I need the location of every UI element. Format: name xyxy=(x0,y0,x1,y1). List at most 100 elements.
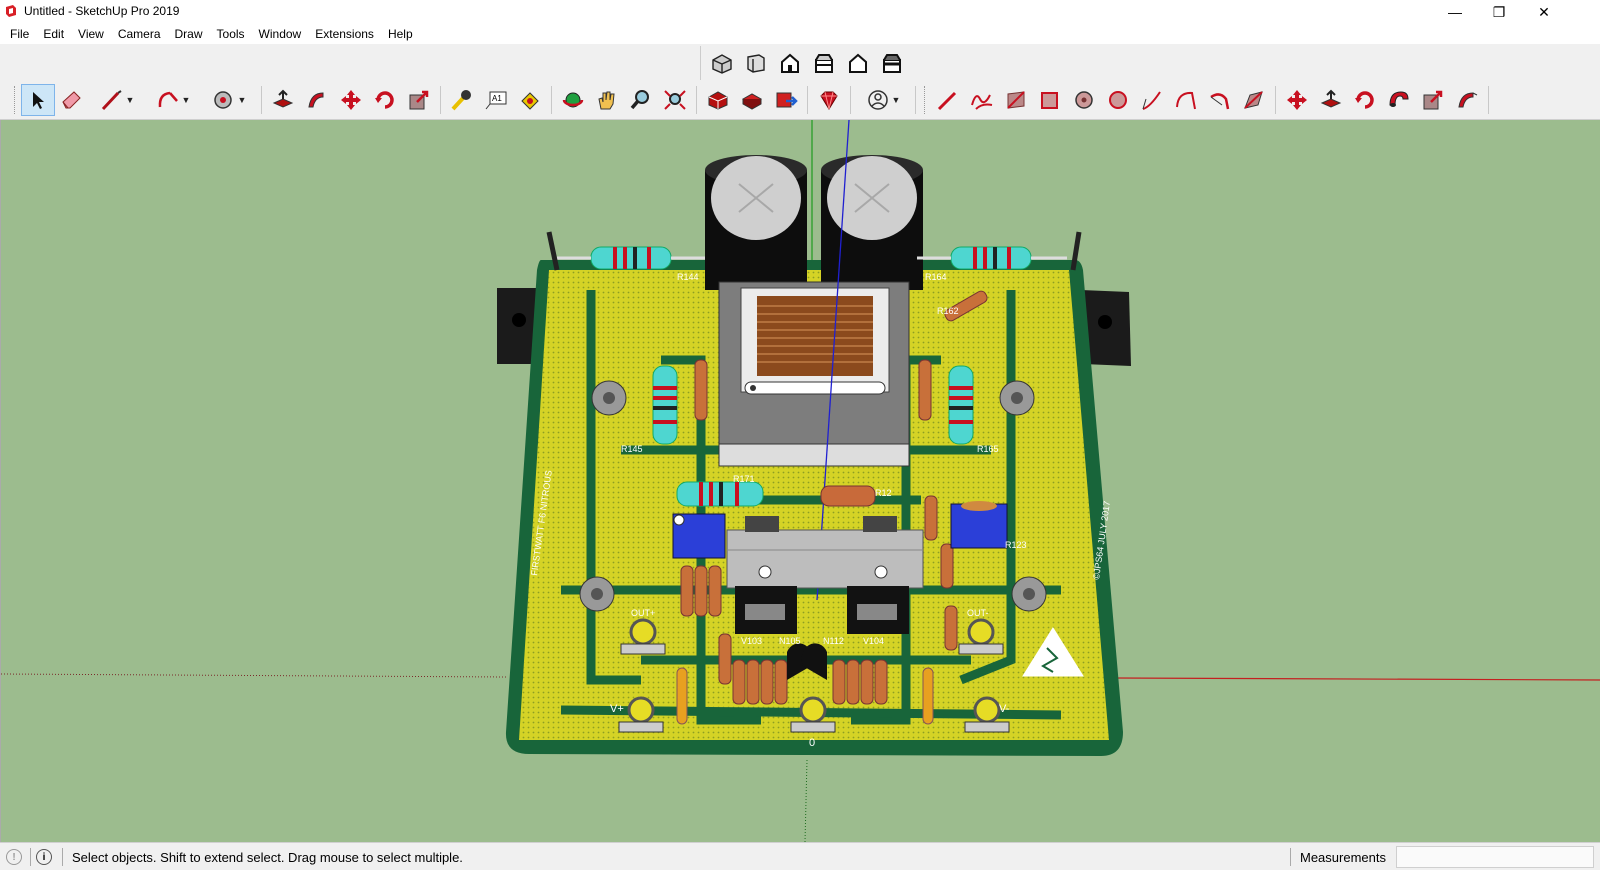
layout-icon[interactable] xyxy=(769,84,803,116)
3d-viewport[interactable]: R144 R164 R145 R165 R162 R171 R12 R123 V… xyxy=(0,120,1600,842)
rotate-tool-2-icon[interactable] xyxy=(1348,84,1382,116)
label-out-minus: OUT- xyxy=(967,608,989,618)
resistor-r171 xyxy=(676,481,764,507)
iso-view-icon[interactable] xyxy=(705,47,739,79)
circle-tool-icon[interactable] xyxy=(1067,84,1101,116)
toolbar-separator xyxy=(551,86,552,114)
tool-10-icon[interactable] xyxy=(1237,84,1271,116)
move-tool-2-icon[interactable] xyxy=(1280,84,1314,116)
close-button[interactable]: ✕ xyxy=(1521,0,1567,24)
menu-draw[interactable]: Draw xyxy=(168,24,210,44)
arc-tool-3-icon[interactable] xyxy=(1203,84,1237,116)
instructor-icon[interactable]: i xyxy=(36,849,52,865)
label-r145: R145 xyxy=(621,444,643,454)
pan-icon[interactable] xyxy=(590,84,624,116)
arc-icon[interactable]: ▼ xyxy=(145,84,201,116)
front-view-icon[interactable] xyxy=(773,47,807,79)
extension-warehouse-icon[interactable] xyxy=(735,84,769,116)
chevron-down-icon[interactable]: ▼ xyxy=(126,95,135,105)
trimmer-left xyxy=(672,513,726,559)
window-title: Untitled - SketchUp Pro 2019 xyxy=(24,4,180,18)
menu-help[interactable]: Help xyxy=(381,24,420,44)
menu-camera[interactable]: Camera xyxy=(111,24,168,44)
views-toolbar xyxy=(700,46,913,80)
label-n105: N105 xyxy=(779,636,801,646)
push-tool-2-icon[interactable] xyxy=(1314,84,1348,116)
left-view-icon[interactable] xyxy=(875,47,909,79)
restore-button[interactable]: ❐ xyxy=(1476,0,1522,24)
circle-tool-2-icon[interactable] xyxy=(1101,84,1135,116)
svg-text:A1: A1 xyxy=(492,94,502,103)
label-v104: V104 xyxy=(863,636,884,646)
follow-tool-2-icon[interactable] xyxy=(1450,84,1484,116)
label-r171: R171 xyxy=(733,474,755,484)
paint-bucket-icon[interactable] xyxy=(513,84,547,116)
chevron-down-icon[interactable]: ▼ xyxy=(182,95,191,105)
tool-3-icon[interactable] xyxy=(999,84,1033,116)
toolbar-grip[interactable] xyxy=(924,86,927,114)
select-icon[interactable] xyxy=(21,84,55,116)
torus-tool-icon[interactable] xyxy=(1382,84,1416,116)
line-icon[interactable]: ▼ xyxy=(89,84,145,116)
label-r165: R165 xyxy=(977,444,999,454)
shapes-icon[interactable]: ▼ xyxy=(201,84,257,116)
curve-tool-icon[interactable] xyxy=(1135,84,1169,116)
toolbar-area: ▼ ▼ ▼ A1 ▼ xyxy=(0,44,1600,120)
right-view-icon[interactable] xyxy=(807,47,841,79)
menu-tools[interactable]: Tools xyxy=(210,24,252,44)
mosfet-left xyxy=(735,586,797,634)
model-scene[interactable]: R144 R164 R145 R165 R162 R171 R12 R123 V… xyxy=(1,120,1600,842)
menu-file[interactable]: File xyxy=(3,24,36,44)
mosfet-right xyxy=(847,586,909,634)
zoom-extents-icon[interactable] xyxy=(658,84,692,116)
3d-warehouse-icon[interactable] xyxy=(701,84,735,116)
chevron-down-icon[interactable]: ▼ xyxy=(238,95,247,105)
toolbar-separator xyxy=(261,86,262,114)
sketchup-logo-icon xyxy=(6,5,16,17)
ruby-icon[interactable] xyxy=(812,84,846,116)
measurements-input[interactable] xyxy=(1396,846,1594,868)
toolbar-separator xyxy=(850,86,851,114)
label-v-plus: V+ xyxy=(610,703,624,715)
account-icon[interactable]: ▼ xyxy=(855,84,911,116)
freehand-icon[interactable] xyxy=(965,84,999,116)
push-pull-icon[interactable] xyxy=(266,84,300,116)
menu-window[interactable]: Window xyxy=(252,24,309,44)
label-v-minus: V- xyxy=(999,703,1010,715)
main-toolbar: ▼ ▼ ▼ A1 ▼ xyxy=(10,82,1493,118)
label-v103: V103 xyxy=(741,636,762,646)
bracket-hole xyxy=(1098,315,1112,329)
menu-extensions[interactable]: Extensions xyxy=(308,24,381,44)
label-zero: 0 xyxy=(809,737,815,749)
orbit-icon[interactable] xyxy=(556,84,590,116)
menu-view[interactable]: View xyxy=(71,24,111,44)
zoom-icon[interactable] xyxy=(624,84,658,116)
toolbar-grip[interactable] xyxy=(14,86,17,114)
trimmer-right xyxy=(950,501,1008,549)
eraser-icon[interactable] xyxy=(55,84,89,116)
back-view-icon[interactable] xyxy=(841,47,875,79)
red-axis xyxy=(1115,677,1600,681)
chevron-down-icon[interactable]: ▼ xyxy=(892,95,901,105)
toolbar-separator xyxy=(1488,86,1489,114)
capacitor-right xyxy=(821,155,923,290)
minimize-button[interactable]: — xyxy=(1432,0,1478,24)
top-view-icon[interactable] xyxy=(739,47,773,79)
menu-bar: File Edit View Camera Draw Tools Window … xyxy=(0,24,1600,44)
follow-me-icon[interactable] xyxy=(300,84,334,116)
bracket-hole xyxy=(512,313,526,327)
scale-tool-2-icon[interactable] xyxy=(1416,84,1450,116)
geo-location-icon[interactable]: ! xyxy=(6,849,22,865)
rotate-icon[interactable] xyxy=(368,84,402,116)
text-icon[interactable]: A1 xyxy=(479,84,513,116)
tape-measure-icon[interactable] xyxy=(445,84,479,116)
menu-edit[interactable]: Edit xyxy=(36,24,71,44)
tool-4-icon[interactable] xyxy=(1033,84,1067,116)
move-icon[interactable] xyxy=(334,84,368,116)
label-n112: N112 xyxy=(823,636,844,646)
scale-icon[interactable] xyxy=(402,84,436,116)
pencil-tool-icon[interactable] xyxy=(931,84,965,116)
arc-tool-2-icon[interactable] xyxy=(1169,84,1203,116)
status-separator xyxy=(1290,848,1291,866)
resistor-r145 xyxy=(652,365,678,445)
